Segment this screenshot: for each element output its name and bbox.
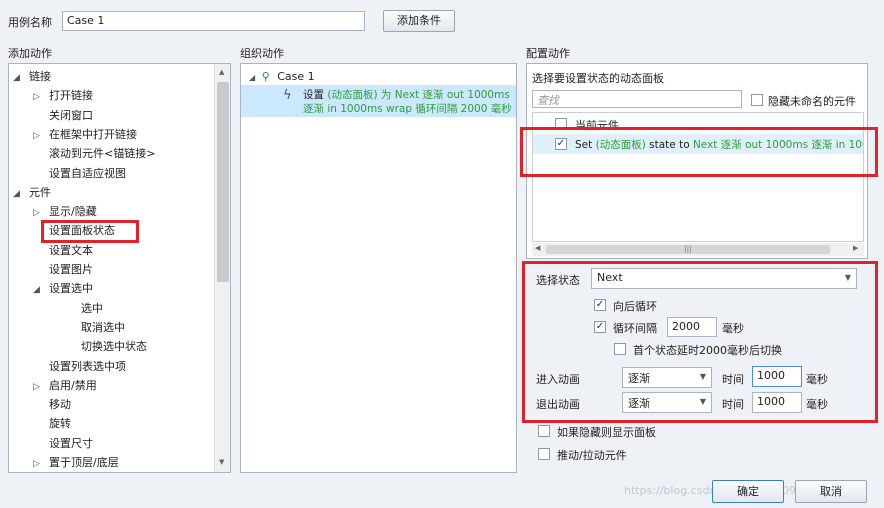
configure-action-header: 配置动作: [526, 47, 570, 60]
action-line-1: 设置 (动态面板) 为 Next 逐渐 out 1000ms: [303, 87, 510, 102]
expand-icon[interactable]: ▷: [33, 88, 45, 106]
scroll-down-icon[interactable]: ▼: [219, 458, 224, 466]
action-tree-label: 元件: [29, 185, 51, 199]
action-tree-label: 选中: [81, 301, 103, 315]
action-tree-item[interactable]: 切换选中状态: [65, 338, 147, 356]
action-line1-rest: 为 Next 逐渐 out 1000ms: [377, 89, 510, 101]
action-tree-item[interactable]: 旋转: [33, 415, 71, 433]
scroll-left-icon[interactable]: ◀: [535, 244, 540, 252]
action-tree-label: 设置文本: [49, 243, 93, 257]
action-tree-label: 链接: [29, 70, 51, 83]
collapse-icon[interactable]: ◢: [13, 69, 25, 87]
action-tree-scrollbar[interactable]: ▲ ▼: [214, 64, 230, 472]
expand-icon[interactable]: ▷: [33, 455, 45, 472]
action-tree-label: 在框架中打开链接: [49, 127, 137, 141]
widget-list-hscrollbar[interactable]: ◀ ||| ▶: [532, 243, 864, 256]
action-tree-label: 旋转: [49, 417, 71, 431]
action-tree-item[interactable]: 选中: [65, 300, 103, 318]
action-tree-label: 滚动到元件<锚链接>: [49, 147, 156, 161]
highlight-state-settings: [522, 261, 878, 423]
scroll-thumb[interactable]: [217, 82, 229, 282]
action-tree-item[interactable]: ◢ 链接: [13, 68, 51, 86]
action-tree-label: 设置图片: [49, 263, 93, 276]
collapse-icon[interactable]: ◢: [13, 185, 25, 203]
hscroll-thumb[interactable]: |||: [546, 245, 830, 254]
action-prefix: 设置: [303, 89, 328, 101]
scroll-up-icon[interactable]: ▲: [219, 68, 224, 76]
case-name-input[interactable]: Case 1: [62, 11, 365, 31]
action-tree-label: 设置自适应视图: [49, 166, 126, 180]
add-condition-button[interactable]: 添加条件: [383, 10, 455, 32]
show-if-hidden-label: 如果隐藏则显示面板: [557, 426, 656, 439]
action-tree-item[interactable]: ▷ 显示/隐藏: [33, 203, 97, 221]
action-tree-label: 设置选中: [49, 282, 93, 296]
action-tree-item[interactable]: 取消选中: [65, 319, 125, 337]
hide-unnamed-checkbox[interactable]: [751, 94, 763, 106]
scroll-right-icon[interactable]: ▶: [853, 244, 858, 252]
action-tree-item[interactable]: 设置图片: [33, 261, 93, 279]
cancel-button[interactable]: 取消: [795, 480, 867, 503]
search-input[interactable]: 查找: [532, 90, 742, 108]
action-tree-label: 启用/禁用: [49, 378, 97, 392]
show-if-hidden-checkbox[interactable]: [538, 425, 550, 437]
selected-action-item[interactable]: ϟ 设置 (动态面板) 为 Next 逐渐 out 1000ms 逐渐 in 1…: [241, 85, 516, 117]
action-tree-item[interactable]: 移动: [33, 396, 71, 414]
action-tree-label: 显示/隐藏: [49, 205, 97, 219]
action-tree-label: 切换选中状态: [81, 340, 147, 354]
action-line-2: 逐渐 in 1000ms wrap 循环间隔 2000 毫秒: [303, 103, 512, 115]
case-node[interactable]: ◢ ⚲ Case 1: [249, 70, 315, 83]
ok-button[interactable]: 确定: [712, 480, 784, 503]
expand-icon[interactable]: ▷: [33, 127, 45, 145]
action-tree-item[interactable]: 设置列表选中项: [33, 358, 126, 376]
action-tree-label: 取消选中: [81, 320, 125, 334]
case-tree-icon: ⚲: [261, 70, 270, 83]
action-tree-label: 关闭窗口: [49, 108, 93, 122]
action-tree-item[interactable]: 设置尺寸: [33, 435, 93, 453]
hide-unnamed-label: 隐藏未命名的元件: [768, 95, 856, 108]
expand-icon[interactable]: ▷: [33, 378, 45, 396]
action-target: (动态面板): [327, 89, 378, 101]
add-action-header: 添加动作: [8, 47, 52, 60]
organize-action-header: 组织动作: [240, 47, 284, 60]
action-tree-label: 置于顶层/底层: [49, 456, 119, 469]
action-tree-item[interactable]: 设置自适应视图: [33, 165, 126, 183]
case-name-label: 用例名称: [8, 16, 52, 29]
organize-action-panel: ◢ ⚲ Case 1 ϟ 设置 (动态面板) 为 Next 逐渐 out 100…: [240, 63, 517, 473]
push-pull-checkbox[interactable]: [538, 448, 550, 460]
action-tree-label: 设置尺寸: [49, 436, 93, 450]
action-tree-label: 移动: [49, 398, 71, 412]
action-tree-item[interactable]: 滚动到元件<锚链接>: [33, 145, 155, 163]
action-tree-label: 设置列表选中项: [49, 359, 126, 373]
highlight-set-panel-state: [41, 220, 139, 243]
action-tree-item[interactable]: ▷ 置于顶层/底层: [33, 454, 119, 472]
action-tree-item[interactable]: ◢ 设置选中: [33, 280, 93, 298]
action-tree-item[interactable]: ▷ 打开链接: [33, 87, 93, 105]
action-tree-label: 打开链接: [49, 89, 93, 103]
action-tree-item[interactable]: 设置文本: [33, 242, 93, 260]
action-tree-item[interactable]: ▷ 在框架中打开链接: [33, 126, 137, 144]
case-node-label: Case 1: [277, 70, 315, 83]
action-tree-item[interactable]: ▷ 启用/禁用: [33, 377, 97, 395]
collapse-icon[interactable]: ◢: [33, 281, 45, 299]
highlight-set-state-row: [520, 127, 878, 177]
lightning-icon: ϟ: [283, 88, 292, 103]
select-panel-title: 选择要设置状态的动态面板: [532, 72, 664, 85]
action-tree-panel: ◢ 链接 ▷ 打开链接关闭窗口 ▷ 在框架中打开链接滚动到元件<锚链接> 设置自适应视图 ◢ 元…: [8, 63, 231, 473]
expand-icon: ◢: [249, 73, 256, 82]
push-pull-label: 推动/拉动元件: [557, 449, 627, 462]
action-tree-item[interactable]: 关闭窗口: [33, 107, 93, 125]
action-tree-item[interactable]: ◢ 元件: [13, 184, 51, 202]
